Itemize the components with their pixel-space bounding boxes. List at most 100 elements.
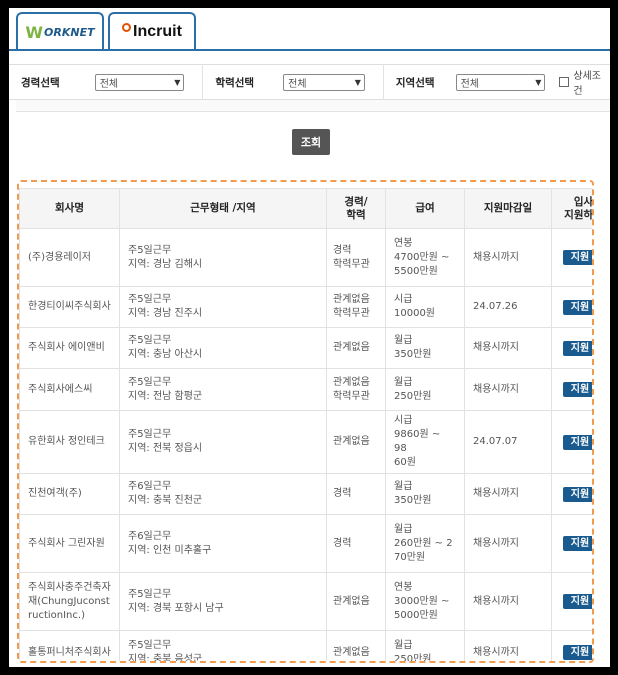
career-education: 경력 학력무관 [326,228,386,287]
table-body: (주)경용레이저 주5일근무 지역: 경남 김해시 경력 학력무관 연봉 4700만원 ~5… [19,228,592,661]
search-button[interactable]: 조회 [292,129,330,155]
filter-subbar [16,100,610,112]
apply-button[interactable]: 지원 [563,382,592,397]
table-row: 주식회사충주건축자재(ChungJuconstructionInc.) 주5일근무… [19,572,592,631]
education-select[interactable]: 전체 ▼ [283,73,365,91]
table-header-row: 회사명 근무형태 /지역 경력/학력 급여 지원마감일 입사지원하기 [19,188,592,229]
salary-line: 연봉 [394,581,413,593]
apply-button[interactable]: 지원 [563,594,592,609]
deadline: 채용시까지 [464,630,552,661]
salary-line: 9860원 ~ 98 [394,429,441,454]
company-name[interactable]: 주식회사 그린자원 [19,514,120,573]
company-name[interactable]: 주식회사에스씨 [19,368,120,411]
table-row: 홀통퍼니처주식회사 주5일근무 지역: 충북 음성군 관계없음 월급 250만원 채용시까지… [19,630,592,661]
apply-cell: 지원 [551,286,592,328]
job-search-page: W ORKNET Incruit 경력선택 전체 ▼ 학력선택 전체 ▼ 지역선택 전… [9,8,610,667]
worknet-logo: W ORKNET [25,22,95,42]
apply-cell: 지원 [551,572,592,631]
header-salary: 급여 [385,188,465,229]
work-type-region: 주5일근무 지역: 전북 정읍시 [119,410,327,474]
tab-worknet[interactable]: W ORKNET [16,12,104,50]
salary-line: 연봉 [394,237,413,249]
work-type-region: 주5일근무 지역: 전남 함평군 [119,368,327,411]
deadline: 채용시까지 [464,514,552,573]
salary-line: 월급 [394,335,413,346]
work-type: 주6일근무 [128,530,172,542]
table-row: 주식회사 그린자원 주6일근무 지역: 인천 미추홀구 경력 월급 260만원 ~ 2 70… [19,514,592,573]
salary: 시급 10000원 [385,286,465,328]
tab-underline [9,49,610,51]
work-type-region: 주6일근무 지역: 충북 진천군 [119,473,327,515]
career-value: 관계없음 [333,376,370,388]
company-name[interactable]: 진천여객(주) [19,473,120,515]
work-type-region: 주6일근무지역: 인천 미추홀구 [119,514,327,573]
salary-line: 3000만원 ~ [394,595,450,607]
company-name[interactable]: 주식회사충주건축자재(ChungJuconstructionInc.) [19,572,120,631]
education-value: 학력무관 [333,390,370,402]
apply-button[interactable]: 지원 [563,645,592,660]
job-listings-table: 회사명 근무형태 /지역 경력/학력 급여 지원마감일 입사지원하기 (주)경용… [19,188,592,661]
career-value: 경력 [333,244,352,256]
salary: 연봉 3000만원 ~ 5000만원 [385,572,465,631]
salary-line: 월급 [394,639,413,651]
work-type: 주5일근무 [128,294,172,305]
salary: 시급 9860원 ~ 98 60원 [385,410,465,474]
apply-button[interactable]: 지원 [563,434,592,450]
career-select[interactable]: 전체 ▼ [94,73,185,91]
table-row: 한경티이씨주식회사 주5일근무 지역: 경남 진주시 관계없음 학력무관 시급 10000원… [19,286,592,328]
career-value: 관계없음 [333,595,370,607]
salary: 월급 250만원 [385,368,465,411]
apply-button[interactable]: 지원 [563,299,592,315]
salary-line: 250만원 [394,390,432,402]
company-name[interactable]: 주식회사 에이앤비 [19,327,120,369]
work-region: 지역: 충남 아산시 [128,349,203,360]
salary-line: 350만원 [394,495,432,506]
work-type-region: 주5일근무 지역: 경북 포항시 남구 [119,572,327,631]
apply-cell: 지원 [551,368,592,411]
incruit-logo: Incruit [122,22,182,41]
salary-line: 260만원 ~ 2 [394,537,453,549]
career-education: 관계없음 [326,327,386,369]
salary-line: 월급 [394,481,413,492]
company-name[interactable]: 유한회사 정인테크 [19,410,120,474]
career-value: 경력 [333,537,352,549]
table-row: 주식회사에스씨 주5일근무 지역: 전남 함평군 관계없음 학력무관 월급 250만원 채용시… [19,368,592,411]
region-select[interactable]: 전체 ▼ [455,73,546,91]
career-value: 경력 [333,488,352,499]
apply-button[interactable]: 지원 [563,536,592,551]
deadline: 채용시까지 [464,228,552,287]
salary-line: 5000만원 [394,609,438,621]
apply-button[interactable]: 지원 [563,250,592,265]
detail-conditions-checkbox[interactable]: 상세조건 [559,67,610,97]
apply-cell: 지원 [551,327,592,369]
salary-line: 월급 [394,523,413,535]
company-name[interactable]: 한경티이씨주식회사 [19,286,120,328]
work-region: 지역: 인천 미추홀구 [128,544,212,556]
career-education: 관계없음 [326,410,386,474]
chevron-down-icon: ▼ [535,77,542,87]
apply-button[interactable]: 지원 [563,486,592,502]
apply-cell: 지원 [551,514,592,573]
career-education: 관계없음학력무관 [326,368,386,411]
apply-button[interactable]: 지원 [563,340,592,356]
company-name[interactable]: 홀통퍼니처주식회사 [19,630,120,661]
work-region: 지역: 충북 진천군 [128,495,203,506]
tab-incruit[interactable]: Incruit [108,12,196,50]
work-type-region: 주5일근무 지역: 경남 김해시 [119,228,327,287]
apply-cell: 지원 [551,410,592,474]
work-type: 주5일근무 [128,335,172,346]
region-filter-label: 지역선택 [395,76,435,89]
apply-cell: 지원 [551,228,592,287]
work-type-region: 주5일근무지역: 충남 아산시 [119,327,327,369]
career-education: 관계없음 학력무관 [326,286,386,328]
deadline: 24.07.07 [464,410,552,474]
salary: 연봉 4700만원 ~ 5500만원 [385,228,465,287]
education-filter-label: 학력선택 [215,76,255,89]
career-value: 관계없음 [333,646,370,658]
header-apply: 입사지원하기 [551,188,592,229]
deadline: 채용시까지 [464,572,552,631]
career-value: 관계없음 [333,342,370,353]
career-education: 관계없음 [326,572,386,631]
company-name[interactable]: (주)경용레이저 [19,228,120,287]
checkbox-icon[interactable] [559,77,570,87]
